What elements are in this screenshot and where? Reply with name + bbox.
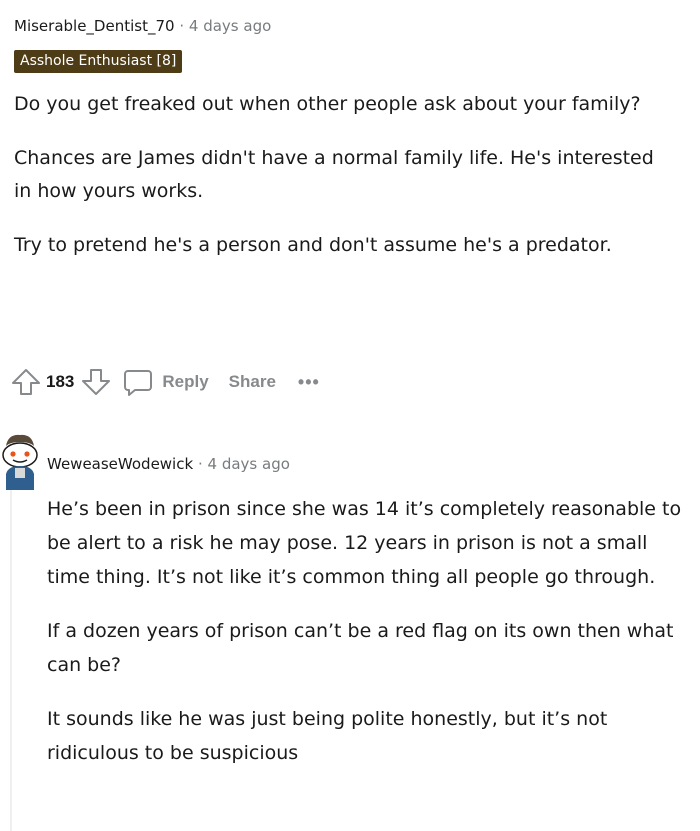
meta-separator: ·	[179, 17, 185, 35]
comment-timestamp[interactable]: 4 days ago	[189, 17, 271, 35]
snoo-avatar-icon[interactable]	[0, 432, 40, 490]
user-flair: Asshole Enthusiast [8]	[14, 50, 183, 73]
share-button[interactable]: Share	[229, 372, 276, 392]
reply-paragraph: He’s been in prison since she was 14 it’…	[47, 498, 682, 588]
reply-timestamp[interactable]: 4 days ago	[208, 455, 290, 473]
comment-paragraph: Do you get freaked out when other people…	[14, 93, 641, 115]
comment-action-bar: 183 Reply Share •••	[10, 364, 320, 400]
downvote-arrow-icon[interactable]	[80, 366, 112, 398]
comment-paragraph: Chances are James didn't have a normal f…	[14, 147, 654, 202]
vote-score: 183	[46, 372, 75, 391]
upvote-arrow-icon[interactable]	[10, 366, 42, 398]
speech-bubble-icon	[122, 366, 154, 398]
comment-author[interactable]: Miserable_Dentist_70	[14, 17, 175, 35]
reply-meta: WeweaseWodewick · 4 days ago	[47, 455, 290, 473]
reply-paragraph: If a dozen years of prison can’t be a re…	[47, 620, 674, 676]
reply-label: Reply	[162, 372, 209, 391]
comment-meta: Miserable_Dentist_70 · 4 days ago	[14, 17, 271, 35]
meta-separator: ·	[197, 455, 203, 473]
reply-body: He’s been in prison since she was 14 it’…	[47, 492, 687, 790]
thread-line[interactable]	[10, 474, 12, 831]
reply-author[interactable]: WeweaseWodewick	[47, 455, 193, 473]
reply-button[interactable]: Reply	[122, 366, 209, 398]
reply-paragraph: It sounds like he was just being polite …	[47, 708, 608, 764]
ellipsis-icon[interactable]: •••	[298, 372, 320, 393]
comment-body: Do you get freaked out when other people…	[14, 88, 674, 283]
comment-paragraph: Try to pretend he's a person and don't a…	[14, 234, 612, 256]
